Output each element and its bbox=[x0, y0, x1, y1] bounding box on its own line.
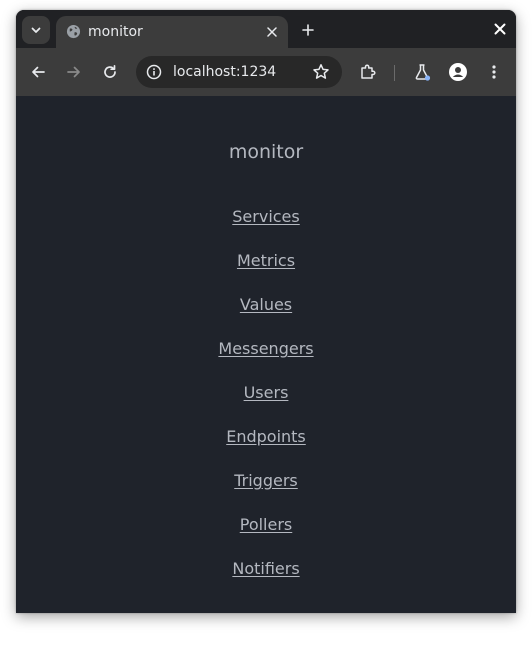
toolbar-divider bbox=[394, 65, 395, 81]
nav-link-pollers[interactable]: Pollers bbox=[240, 515, 293, 534]
url-text[interactable]: localhost:1234 bbox=[173, 62, 276, 82]
nav-item: Endpoints bbox=[16, 426, 516, 470]
close-icon bbox=[494, 23, 506, 35]
tab-strip: monitor bbox=[16, 10, 516, 48]
new-tab-button[interactable] bbox=[298, 20, 318, 40]
arrow-right-icon bbox=[67, 66, 80, 78]
tab-title: monitor bbox=[88, 24, 143, 40]
address-bar[interactable]: localhost:1234 bbox=[136, 56, 342, 88]
nav-list: Services Metrics Values Messengers Users… bbox=[16, 206, 516, 602]
nav-item: Triggers bbox=[16, 470, 516, 514]
tab-search-button[interactable] bbox=[22, 16, 50, 44]
nav-item: Pollers bbox=[16, 514, 516, 558]
tab-monitor[interactable]: monitor bbox=[56, 16, 288, 48]
nav-item: Values bbox=[16, 294, 516, 338]
nav-item: Messengers bbox=[16, 338, 516, 382]
forward-button[interactable] bbox=[62, 60, 86, 84]
nav-link-values[interactable]: Values bbox=[240, 295, 292, 314]
labs-button[interactable] bbox=[410, 60, 434, 84]
nav-item: Metrics bbox=[16, 250, 516, 294]
close-icon bbox=[267, 27, 277, 37]
nav-item: Users bbox=[16, 382, 516, 426]
tab-close-button[interactable] bbox=[264, 24, 280, 40]
chevron-down-icon bbox=[31, 27, 41, 33]
browser-toolbar: localhost:1234 bbox=[16, 48, 516, 96]
browser-window: monitor localhost:1234 monitor Services … bbox=[16, 10, 516, 613]
info-icon[interactable] bbox=[146, 64, 162, 80]
flask-icon bbox=[415, 64, 431, 81]
page-content: monitor Services Metrics Values Messenge… bbox=[16, 96, 516, 613]
arrow-left-icon bbox=[32, 66, 45, 78]
nav-link-notifiers[interactable]: Notifiers bbox=[232, 559, 299, 578]
nav-link-triggers[interactable]: Triggers bbox=[234, 471, 298, 490]
plus-icon bbox=[302, 24, 314, 36]
profile-button[interactable] bbox=[446, 60, 470, 84]
star-icon[interactable] bbox=[312, 63, 330, 81]
person-icon bbox=[449, 63, 467, 81]
globe-icon bbox=[66, 24, 81, 39]
browser-menu-button[interactable] bbox=[482, 60, 506, 84]
extensions-button[interactable] bbox=[356, 60, 380, 84]
back-button[interactable] bbox=[26, 60, 50, 84]
nav-item: Services bbox=[16, 206, 516, 250]
kebab-menu-icon bbox=[492, 65, 496, 79]
reload-icon bbox=[104, 64, 116, 78]
window-close-button[interactable] bbox=[492, 21, 508, 37]
puzzle-icon bbox=[361, 64, 376, 79]
nav-link-metrics[interactable]: Metrics bbox=[237, 251, 295, 270]
page-title: monitor bbox=[228, 141, 304, 163]
nav-item: Notifiers bbox=[16, 558, 516, 602]
reload-button[interactable] bbox=[98, 60, 122, 84]
nav-link-users[interactable]: Users bbox=[244, 383, 289, 402]
nav-link-services[interactable]: Services bbox=[232, 207, 299, 226]
nav-link-endpoints[interactable]: Endpoints bbox=[226, 427, 306, 446]
nav-link-messengers[interactable]: Messengers bbox=[218, 339, 313, 358]
